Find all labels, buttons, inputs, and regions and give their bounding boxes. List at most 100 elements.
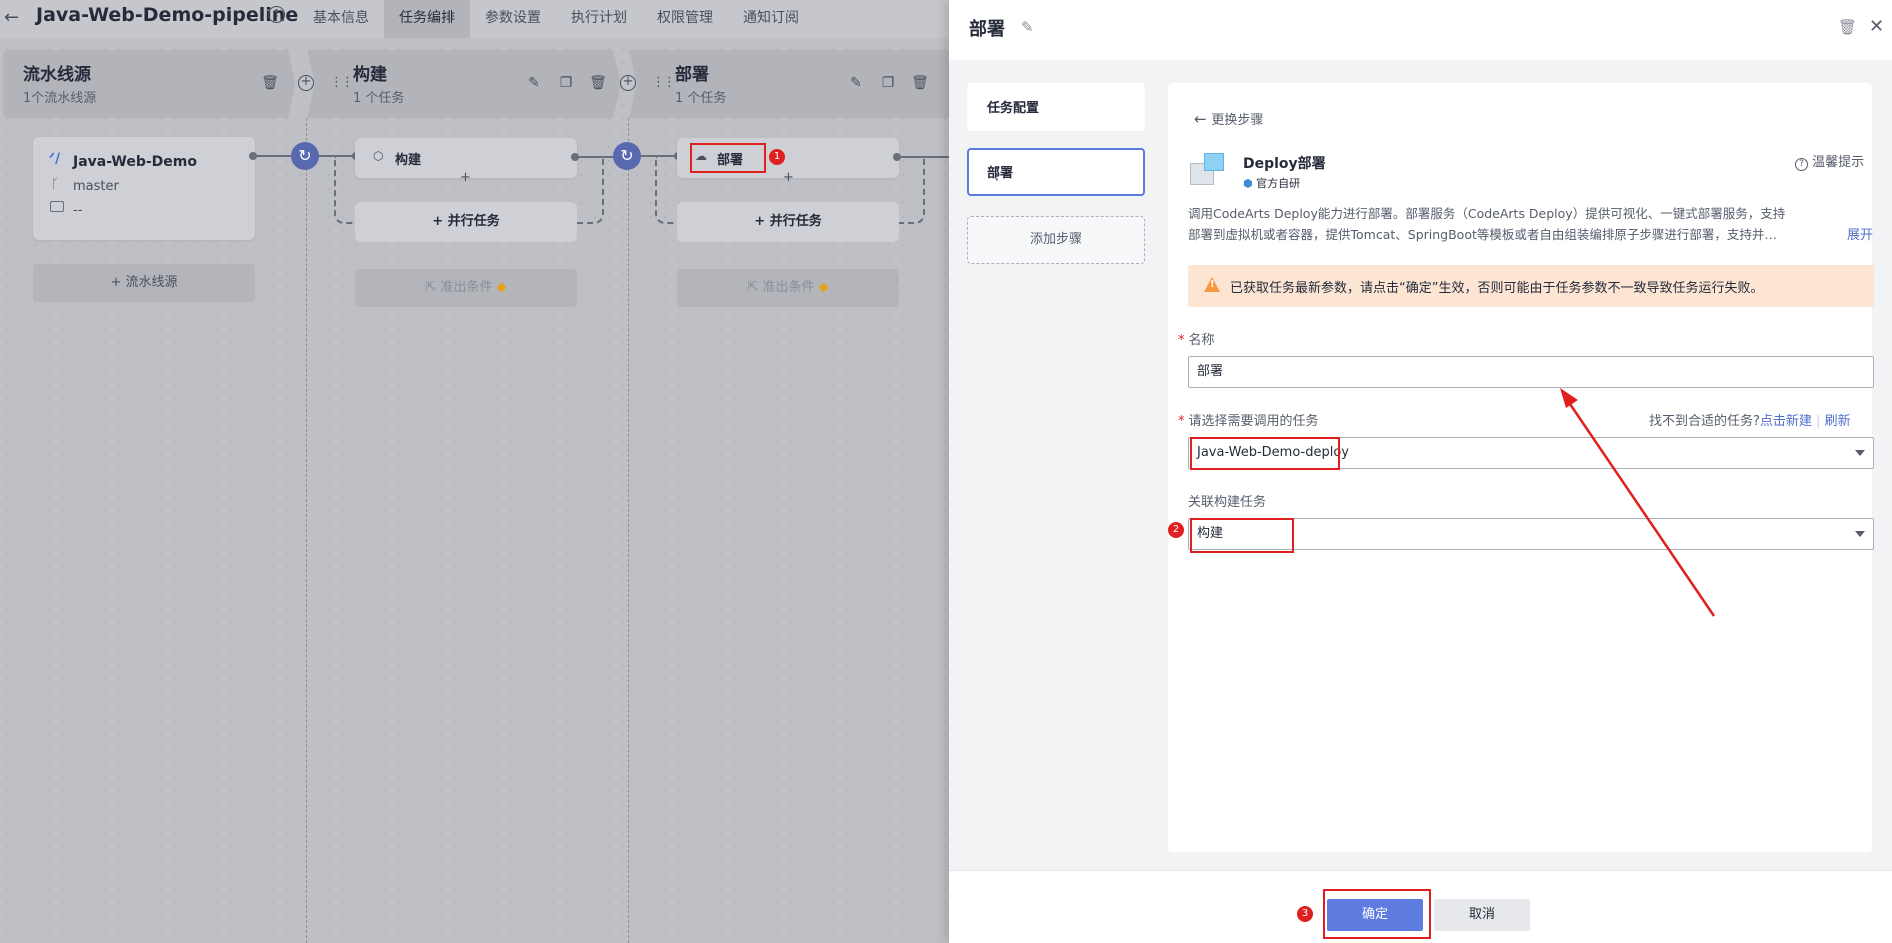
copy-icon[interactable]: ❐ [879,74,897,92]
annotation-box-2 [1190,518,1294,553]
deploy-plugin-icon [1190,153,1228,187]
exit-condition-label: 准出条件 [440,280,493,295]
panel-title: 部署 [969,19,1005,40]
source-repo-name: Java-Web-Demo [73,154,198,170]
tab-notifications[interactable]: 通知订阅 [728,0,814,38]
tab-basic-info[interactable]: 基本信息 [298,0,384,38]
drag-handle-icon[interactable]: ⋮⋮ [330,75,354,91]
help-icon: ? [1795,158,1808,171]
stage-header-build: ⋮⋮ 构建 1 个任务 ✎ ❐ 🗑 [307,50,621,118]
change-step-label: 更换步骤 [1211,113,1264,128]
plugin-description-2: 部署到虚拟机或者容器，提供Tomcat、SpringBoot等模板或者自由组装编… [1188,227,1777,242]
chevron-down-icon [1855,531,1865,537]
stage-title: 部署 [675,65,709,85]
tab-schedule[interactable]: 执行计划 [556,0,642,38]
tips-link[interactable]: ? 温馨提示 [1795,151,1864,171]
annotation-box-3 [1323,889,1431,939]
stage-divider [628,118,629,943]
step-deploy[interactable]: 部署 ⋮ [967,148,1145,196]
change-step-link[interactable]: ← 更换步骤 [1194,109,1263,128]
diamond-icon: ◆ [814,280,829,295]
expand-link[interactable]: 展开 [1847,224,1873,243]
trash-icon[interactable]: 🗑 [589,74,607,92]
build-parallel-job-button[interactable]: + 并行任务 [355,202,577,242]
job-config-panel: 部署 ✎ 🗑 ✕ 任务配置 部署 ⋮ 添加步骤 ← 更换步骤 Deploy部署 … [949,0,1892,943]
pipeline-canvas: ← Java-Web-Demo-pipeline ! 基本信息 任务编排 参数设… [0,0,949,943]
edit-icon[interactable]: ✎ [847,74,865,92]
step-task-config[interactable]: 任务配置 [967,83,1145,131]
share-icon: ⇱ [425,280,441,295]
plugin-name: Deploy部署 [1243,156,1326,172]
stage-subtitle: 1个流水线源 [23,91,97,106]
stage-gate-icon[interactable]: ↻ [291,142,319,170]
more-vertical-icon[interactable]: ⋮ [989,164,1131,183]
diamond-icon: ◆ [492,280,507,295]
arrow-left-icon[interactable]: ← [4,8,24,28]
share-icon: ⇱ [747,280,763,295]
branch-icon: ᚴ [51,177,59,192]
stage-gate-icon[interactable]: ↻ [613,142,641,170]
tab-permissions[interactable]: 权限管理 [642,0,728,38]
deploy-parallel-job-button[interactable]: + 并行任务 [677,202,899,242]
stage-title: 构建 [353,65,387,85]
trash-icon[interactable]: 🗑 [261,74,279,92]
task-select-label: * 请选择需要调用的任务 [1178,414,1319,429]
plugin-description-1: 调用CodeArts Deploy能力进行部署。部署服务（CodeArts De… [1188,206,1786,221]
exit-condition-label: 准出条件 [762,280,815,295]
refresh-link[interactable]: 刷新 [1825,414,1851,429]
create-new-link[interactable]: 点击新建 [1760,414,1812,429]
trash-icon[interactable]: 🗑 [1838,18,1857,36]
annotation-box-task [1190,437,1340,470]
tab-task-orchestration[interactable]: 任务编排 [384,0,470,38]
trash-icon[interactable]: 🗑 [911,74,929,92]
step-content: ← 更换步骤 Deploy部署 ⬢ 官方自研 ? 温馨提示 调用CodeArts… [1168,83,1874,852]
edit-icon[interactable]: ✎ [525,74,543,92]
stage-divider [306,118,307,943]
close-icon[interactable]: ✕ [1869,16,1884,37]
warning-banner: 已获取任务最新参数，请点击“确定”生效，否则可能由于任务参数不一致导致任务运行失… [1188,265,1874,307]
stage-title: 流水线源 [23,65,91,85]
codearts-logo-icon: ᐟ/ [49,151,61,167]
annotation-badge-3: 3 [1297,906,1313,922]
connector-line [256,155,294,157]
official-badge-icon: ⬢ [1243,177,1257,190]
annotation-badge-2: 2 [1168,522,1184,538]
source-card[interactable]: ᐟ/ Java-Web-Demo ᚴ master -- [33,137,255,240]
stage-header-deploy: ⋮⋮ 部署 1 个任务 ✎ ❐ 🗑 [629,50,949,118]
plugin-vendor: ⬢ 官方自研 [1243,175,1300,191]
edit-title-icon[interactable]: ✎ [1021,18,1034,36]
warning-icon [1204,277,1220,292]
add-step-button[interactable]: 添加步骤 [967,216,1145,264]
panel-footer: 确定 取消 3 [949,870,1892,943]
step-label: 任务配置 [987,101,1040,116]
drag-handle-icon[interactable]: ⋮⋮ [652,75,676,91]
build-exit-condition-button[interactable]: ⇱ 准出条件 ◆ [355,269,577,307]
annotation-arrow [1560,388,1716,617]
chevron-down-icon [1855,450,1865,456]
related-build-label: 关联构建任务 [1188,495,1267,510]
panel-header: 部署 ✎ 🗑 ✕ [949,0,1892,60]
add-stage-plus-icon[interactable]: + [620,75,636,91]
tab-bar: 基本信息 任务编排 参数设置 执行计划 权限管理 通知订阅 [298,0,814,38]
deploy-exit-condition-button[interactable]: ⇱ 准出条件 ◆ [677,269,899,307]
package-icon [50,201,64,212]
add-stage-plus-icon[interactable]: + [298,75,314,91]
name-input[interactable]: 部署 [1188,356,1874,388]
source-branch: master [73,179,119,194]
arrow-left-icon: ← [1194,110,1212,128]
info-icon[interactable]: ! [268,6,285,23]
add-source-button[interactable]: + 流水线源 [33,264,255,302]
source-extra: -- [73,203,83,218]
warning-text: 已获取任务最新参数，请点击“确定”生效，否则可能由于任务参数不一致导致任务运行失… [1230,281,1764,296]
cancel-button[interactable]: 取消 [1434,899,1530,931]
name-label: * 名称 [1178,333,1215,348]
stage-subtitle: 1 个任务 [353,91,405,106]
pipeline-title: Java-Web-Demo-pipeline [36,4,299,26]
top-bar: ← Java-Web-Demo-pipeline ! 基本信息 任务编排 参数设… [0,0,949,38]
stage-header-source: 流水线源 1个流水线源 🗑 [3,50,295,118]
tab-parameters[interactable]: 参数设置 [470,0,556,38]
vendor-label: 官方自研 [1256,177,1301,190]
stage-subtitle: 1 个任务 [675,91,727,106]
copy-icon[interactable]: ❐ [557,74,575,92]
tips-label: 温馨提示 [1812,155,1865,170]
